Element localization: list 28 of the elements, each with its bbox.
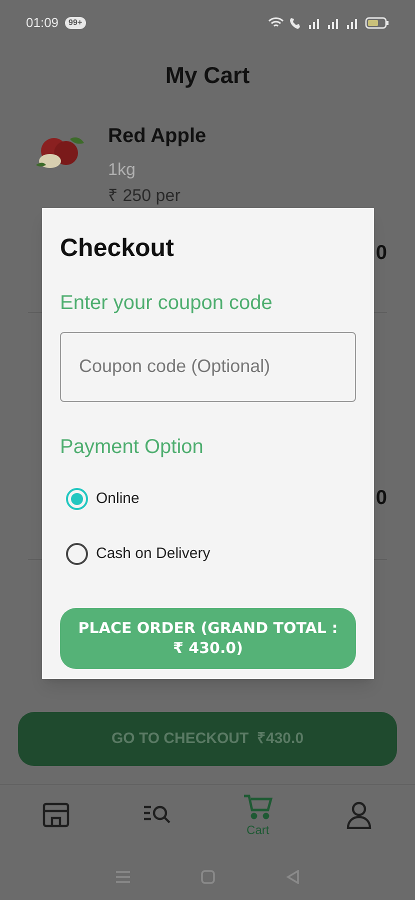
product-price: 0 bbox=[376, 241, 387, 266]
notification-badge: 99+ bbox=[64, 17, 86, 29]
payment-heading: Payment Option bbox=[60, 434, 204, 460]
checkout-button[interactable]: GO TO CHECKOUT ₹430.0 bbox=[18, 712, 397, 766]
product-weight: 1kg bbox=[108, 158, 136, 180]
battery-icon bbox=[365, 17, 389, 29]
signal-icon bbox=[327, 17, 341, 29]
payment-radio-option[interactable]: Online bbox=[66, 472, 356, 526]
payment-radio-option[interactable]: Cash on Delivery bbox=[66, 526, 356, 582]
store-icon bbox=[42, 801, 70, 829]
signal-icon bbox=[346, 17, 360, 29]
radio-button[interactable] bbox=[66, 488, 88, 510]
call-icon bbox=[289, 17, 303, 29]
dialog-title: Checkout bbox=[60, 233, 175, 264]
product-unit-price: ₹ 250 per bbox=[108, 186, 182, 206]
place-order-button[interactable]: PLACE ORDER (GRAND TOTAL : ₹ 430.0) bbox=[60, 608, 356, 668]
product-price: 0 bbox=[376, 486, 387, 511]
coupon-heading: Enter your coupon code bbox=[60, 290, 274, 316]
page-title: My Cart bbox=[165, 61, 250, 90]
nav-tab[interactable]: Cart bbox=[228, 793, 288, 839]
person-icon bbox=[346, 801, 372, 829]
product-name: Red Apple bbox=[108, 124, 206, 148]
coupon-input-field[interactable]: Coupon code (Optional) bbox=[60, 332, 356, 402]
wifi-icon bbox=[268, 17, 284, 29]
status-time: 01:09 bbox=[26, 14, 59, 32]
signal-icon bbox=[308, 17, 322, 29]
radio-button[interactable] bbox=[66, 543, 88, 565]
cart-icon bbox=[242, 793, 273, 821]
